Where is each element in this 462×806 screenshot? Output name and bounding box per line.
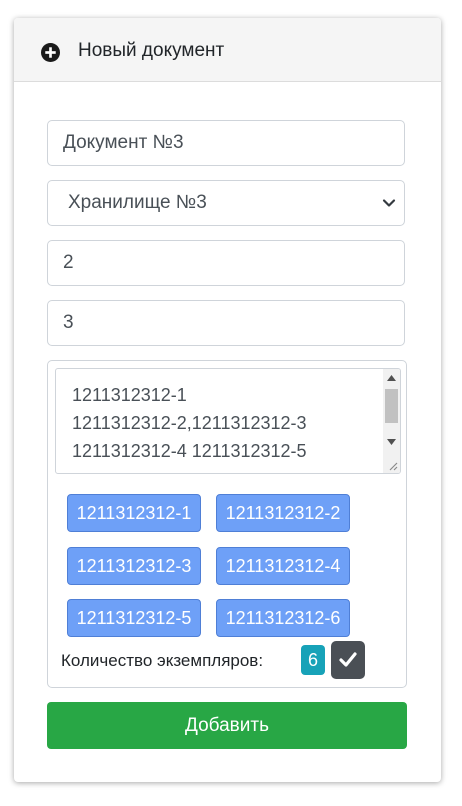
- code-chip[interactable]: 1211312312-3: [67, 547, 201, 585]
- codes-panel: 1211312312-1 1211312312-2,1211312312-3 1…: [47, 360, 407, 688]
- card-header[interactable]: Новый документ: [14, 18, 441, 82]
- quantity-input-first[interactable]: 2: [47, 240, 405, 286]
- scroll-thumb[interactable]: [385, 389, 398, 423]
- scroll-down-arrow-icon[interactable]: [387, 439, 396, 445]
- codes-textarea[interactable]: 1211312312-1 1211312312-2,1211312312-3 1…: [55, 368, 401, 474]
- add-button[interactable]: Добавить: [47, 702, 407, 749]
- resize-grip-icon[interactable]: [388, 461, 398, 471]
- code-chip[interactable]: 1211312312-5: [67, 599, 201, 637]
- copies-count-badge: 6: [301, 645, 325, 675]
- quantity-input-second[interactable]: 3: [47, 300, 405, 346]
- storage-select[interactable]: Хранилище №3: [47, 180, 405, 226]
- chevron-down-icon: [382, 199, 396, 207]
- codes-textarea-text: 1211312312-1 1211312312-2,1211312312-3 1…: [72, 385, 307, 461]
- code-chip[interactable]: 1211312312-6: [216, 599, 350, 637]
- check-icon: [339, 652, 357, 667]
- new-document-card: Новый документ Документ №3 Хранилище №3 …: [14, 18, 441, 782]
- code-chip[interactable]: 1211312312-2: [216, 494, 350, 532]
- header-title: Новый документ: [78, 40, 225, 61]
- copies-count-label: Количество экземпляров:: [61, 651, 264, 670]
- code-chip[interactable]: 1211312312-4: [216, 547, 350, 585]
- textarea-scrollbar[interactable]: [383, 369, 400, 473]
- scroll-up-arrow-icon[interactable]: [387, 375, 396, 381]
- document-name-input[interactable]: Документ №3: [47, 120, 405, 166]
- code-chip[interactable]: 1211312312-1: [67, 494, 201, 532]
- storage-select-value: Хранилище №3: [68, 192, 207, 213]
- confirm-button[interactable]: [331, 641, 365, 679]
- plus-circle-icon: [41, 43, 60, 62]
